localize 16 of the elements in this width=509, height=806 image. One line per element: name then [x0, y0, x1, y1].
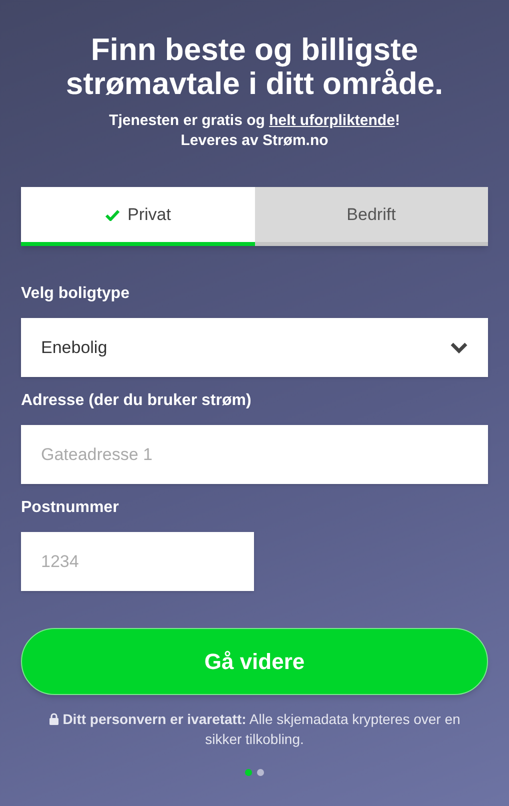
chevron-down-icon: [450, 342, 468, 354]
terms-link[interactable]: helt uforpliktende: [269, 112, 395, 129]
privacy-text: Ditt personvern er ivaretatt: Alle skjemadata krypteres over en sikker tilkobling.: [62, 711, 460, 747]
housing-select[interactable]: Enebolig: [21, 318, 488, 377]
subtitle: Tjenesten er gratis og helt uforpliktende!: [108, 111, 401, 131]
lock-icon: [48, 713, 59, 725]
address-label: Adresse (der du bruker strøm): [21, 391, 252, 411]
housing-label: Velg boligtype: [21, 284, 130, 304]
customer-type-tab[interactable]: Bedrift: [254, 187, 488, 246]
postcode-field[interactable]: 1234: [21, 532, 254, 591]
customer-type-tab[interactable]: Privat: [21, 187, 254, 246]
postcode-label: Postnummer: [21, 498, 120, 518]
provider-text: Leveres av Strøm.no: [180, 131, 330, 151]
check-icon: [104, 208, 120, 220]
headline: Finn beste og billigste strømavtale i ditt område.: [64, 33, 444, 101]
address-field[interactable]: Gateadresse 1: [21, 425, 488, 484]
